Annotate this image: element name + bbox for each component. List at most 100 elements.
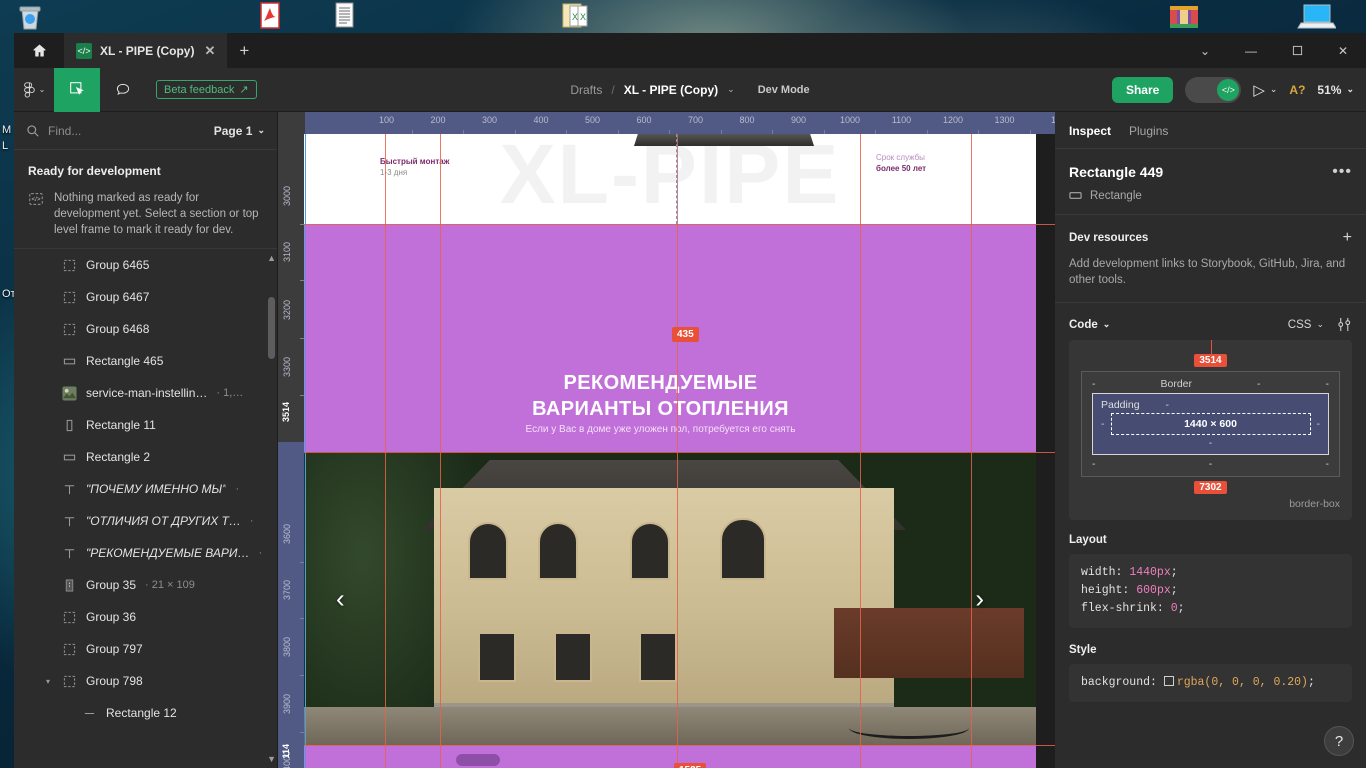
ruler-tick-mark	[978, 130, 979, 134]
dev-mode-toggle[interactable]: </>	[1185, 76, 1242, 103]
carousel-prev-icon[interactable]: ‹	[336, 583, 345, 614]
design-canvas[interactable]: 100 200 300 400 500 600 700 800 900 1000 1100 1200 1…	[278, 112, 1055, 768]
figma-menu-button[interactable]: ⌄	[14, 81, 54, 98]
window-close-button[interactable]: ✕	[1320, 33, 1366, 68]
selection-more-icon[interactable]: •••	[1332, 163, 1352, 181]
box-model-border-bottom-dash: -	[1208, 458, 1213, 470]
desktop-icon-document[interactable]	[322, 2, 366, 35]
breadcrumb-chevron-down-icon[interactable]: ⌄	[727, 84, 735, 95]
code-chevron-down-icon: ⌄	[1102, 319, 1111, 329]
ready-for-dev-icon: </>	[29, 193, 43, 205]
external-link-icon: ↗	[239, 84, 249, 96]
ruler-tick-mark-vertical	[300, 732, 304, 733]
hero-subtitle: Если у Вас в доме уже уложен пол, потреб…	[525, 424, 796, 435]
search-input[interactable]	[48, 123, 206, 138]
layer-row[interactable]: Group 6465	[14, 249, 277, 281]
window-collapse-button[interactable]: ⌄	[1182, 33, 1228, 68]
comment-tool-button[interactable]	[100, 68, 146, 112]
ruler-tick-mark	[669, 130, 670, 134]
layer-row[interactable]: Rectangle 11	[14, 409, 277, 441]
layer-row[interactable]: Rectangle 465	[14, 345, 277, 377]
desktop-icon-computer[interactable]	[1294, 2, 1338, 37]
hero-title: РЕКОМЕНДУЕМЫЕ ВАРИАНТЫ ОТОПЛЕНИЯ	[304, 370, 1017, 422]
add-dev-resource-icon[interactable]: +	[1343, 229, 1352, 247]
group-icon	[63, 323, 76, 335]
svg-text:</>: </>	[32, 196, 41, 203]
artboard-viewport[interactable]: XL-PIPE Быстрый монтаж 1-3 дня Срок служ…	[304, 134, 1055, 768]
layers-scroll-down-icon[interactable]: ▼	[267, 754, 276, 764]
callout-service-life-title: Срок службы	[876, 153, 925, 162]
code-language-chevron-down-icon: ⌄	[1316, 319, 1324, 329]
share-button[interactable]: Share	[1111, 76, 1174, 103]
layer-row[interactable]: Rectangle 12	[14, 697, 277, 729]
tab-inspect[interactable]: Inspect	[1069, 124, 1111, 138]
layer-row[interactable]: "РЕКОМЕНДУЕМЫЕ ВАРИ… ·	[14, 537, 277, 569]
vertical-ruler: 3000 3100 3200 3300 3600 3700 3800 3900 4000 3514…	[278, 134, 304, 768]
window-maximize-button[interactable]	[1274, 33, 1320, 68]
sliders-icon[interactable]	[1337, 317, 1352, 332]
selection-name: Rectangle 449	[1069, 164, 1164, 180]
house-window	[468, 522, 508, 580]
breadcrumb-drafts[interactable]: Drafts	[570, 83, 602, 97]
breadcrumb-file-name[interactable]: XL - PIPE (Copy)	[624, 83, 718, 97]
desktop-icon-excel[interactable]: X X	[554, 2, 598, 35]
present-button[interactable]: ▷ ⌄	[1253, 81, 1277, 99]
frame-recommended-heating[interactable]: РЕКОМЕНДУЕМЫЕ ВАРИАНТЫ ОТОПЛЕНИЯ Если у …	[304, 224, 1036, 493]
carousel-next-icon[interactable]: ›	[975, 583, 984, 614]
layer-row[interactable]: Group 35 · 21 × 109	[14, 569, 277, 601]
layer-row[interactable]: Group 797	[14, 633, 277, 665]
window-minimize-button[interactable]: —	[1228, 33, 1274, 68]
code-heading-dropdown[interactable]: Code ⌄	[1069, 319, 1110, 331]
chevron-down-icon[interactable]: ▾	[46, 677, 50, 686]
layer-name: Group 6468	[86, 322, 150, 336]
layer-row[interactable]: ▾ Group 798	[14, 665, 277, 697]
style-prop: background	[1081, 676, 1151, 689]
layer-row[interactable]: Group 36	[14, 601, 277, 633]
text-layer-icon	[64, 484, 75, 494]
select-tool-button[interactable]	[54, 67, 100, 112]
find-row: Page 1 ⌄	[14, 112, 277, 150]
layer-row[interactable]: Rectangle 2	[14, 441, 277, 473]
guide-line-vertical	[860, 134, 861, 768]
dev-mode-toggle-icon: </>	[1217, 78, 1240, 101]
page-selector[interactable]: Page 1 ⌄	[214, 124, 265, 138]
layer-row[interactable]: service-man-instellin… · 1,…	[14, 377, 277, 409]
frame-purple-footer[interactable]	[304, 745, 1036, 768]
selection-edge-left	[305, 134, 306, 768]
zoom-control[interactable]: 51% ⌄	[1317, 83, 1354, 97]
layers-scrollbar[interactable]	[268, 297, 275, 359]
desktop-icon-archive[interactable]	[1162, 2, 1206, 37]
layer-row[interactable]: Group 6467	[14, 281, 277, 313]
box-model-border-bl-dash: -	[1092, 458, 1096, 470]
frame-house-photo[interactable]: ‹ ›	[304, 452, 1036, 745]
layer-row[interactable]: "ПОЧЕМУ ИМЕННО МЫ" ·	[14, 473, 277, 505]
code-language-dropdown[interactable]: CSS ⌄	[1288, 319, 1324, 331]
layout-prop-1: height	[1081, 584, 1123, 597]
code-section-header: Code ⌄ CSS ⌄	[1055, 303, 1366, 340]
layer-meta: · 21 × 109	[145, 579, 195, 591]
help-button[interactable]: ?	[1324, 726, 1354, 756]
rectangle-icon	[63, 358, 76, 364]
new-tab-button[interactable]: +	[227, 33, 261, 68]
layer-row[interactable]: "ОТЛИЧИЯ ОТ ДРУГИХ Т… ·	[14, 505, 277, 537]
layers-list[interactable]: Group 6465 Group 6467 Group 6468 Rectangle …	[14, 248, 277, 768]
file-tab[interactable]: </> XL - PIPE (Copy) ✕	[64, 33, 228, 68]
home-button[interactable]	[14, 33, 64, 68]
layout-code-block[interactable]: width: 1440px; height: 600px; flex-shrin…	[1069, 554, 1352, 628]
guide-line-vertical	[677, 134, 678, 768]
tab-close-icon[interactable]: ✕	[202, 43, 217, 59]
tab-plugins[interactable]: Plugins	[1129, 124, 1168, 138]
desktop-icon-recycle-bin[interactable]	[8, 2, 52, 37]
annotations-token-button[interactable]: A?	[1289, 83, 1305, 97]
beta-feedback-button[interactable]: Beta feedback ↗	[156, 80, 257, 99]
style-code-block[interactable]: background: rgba(0, 0, 0, 0.20);	[1069, 664, 1352, 702]
search-icon	[27, 124, 39, 137]
group-icon	[63, 611, 76, 623]
style-heading: Style	[1069, 644, 1097, 656]
beta-feedback-label: Beta feedback	[164, 83, 235, 96]
box-model-padding-label: Padding	[1101, 399, 1140, 411]
ruler-tick-label: 300	[481, 115, 498, 125]
layers-scroll-up-icon[interactable]: ▲	[267, 253, 276, 263]
artboard-photo-fragment	[634, 134, 814, 146]
layer-row[interactable]: Group 6468	[14, 313, 277, 345]
